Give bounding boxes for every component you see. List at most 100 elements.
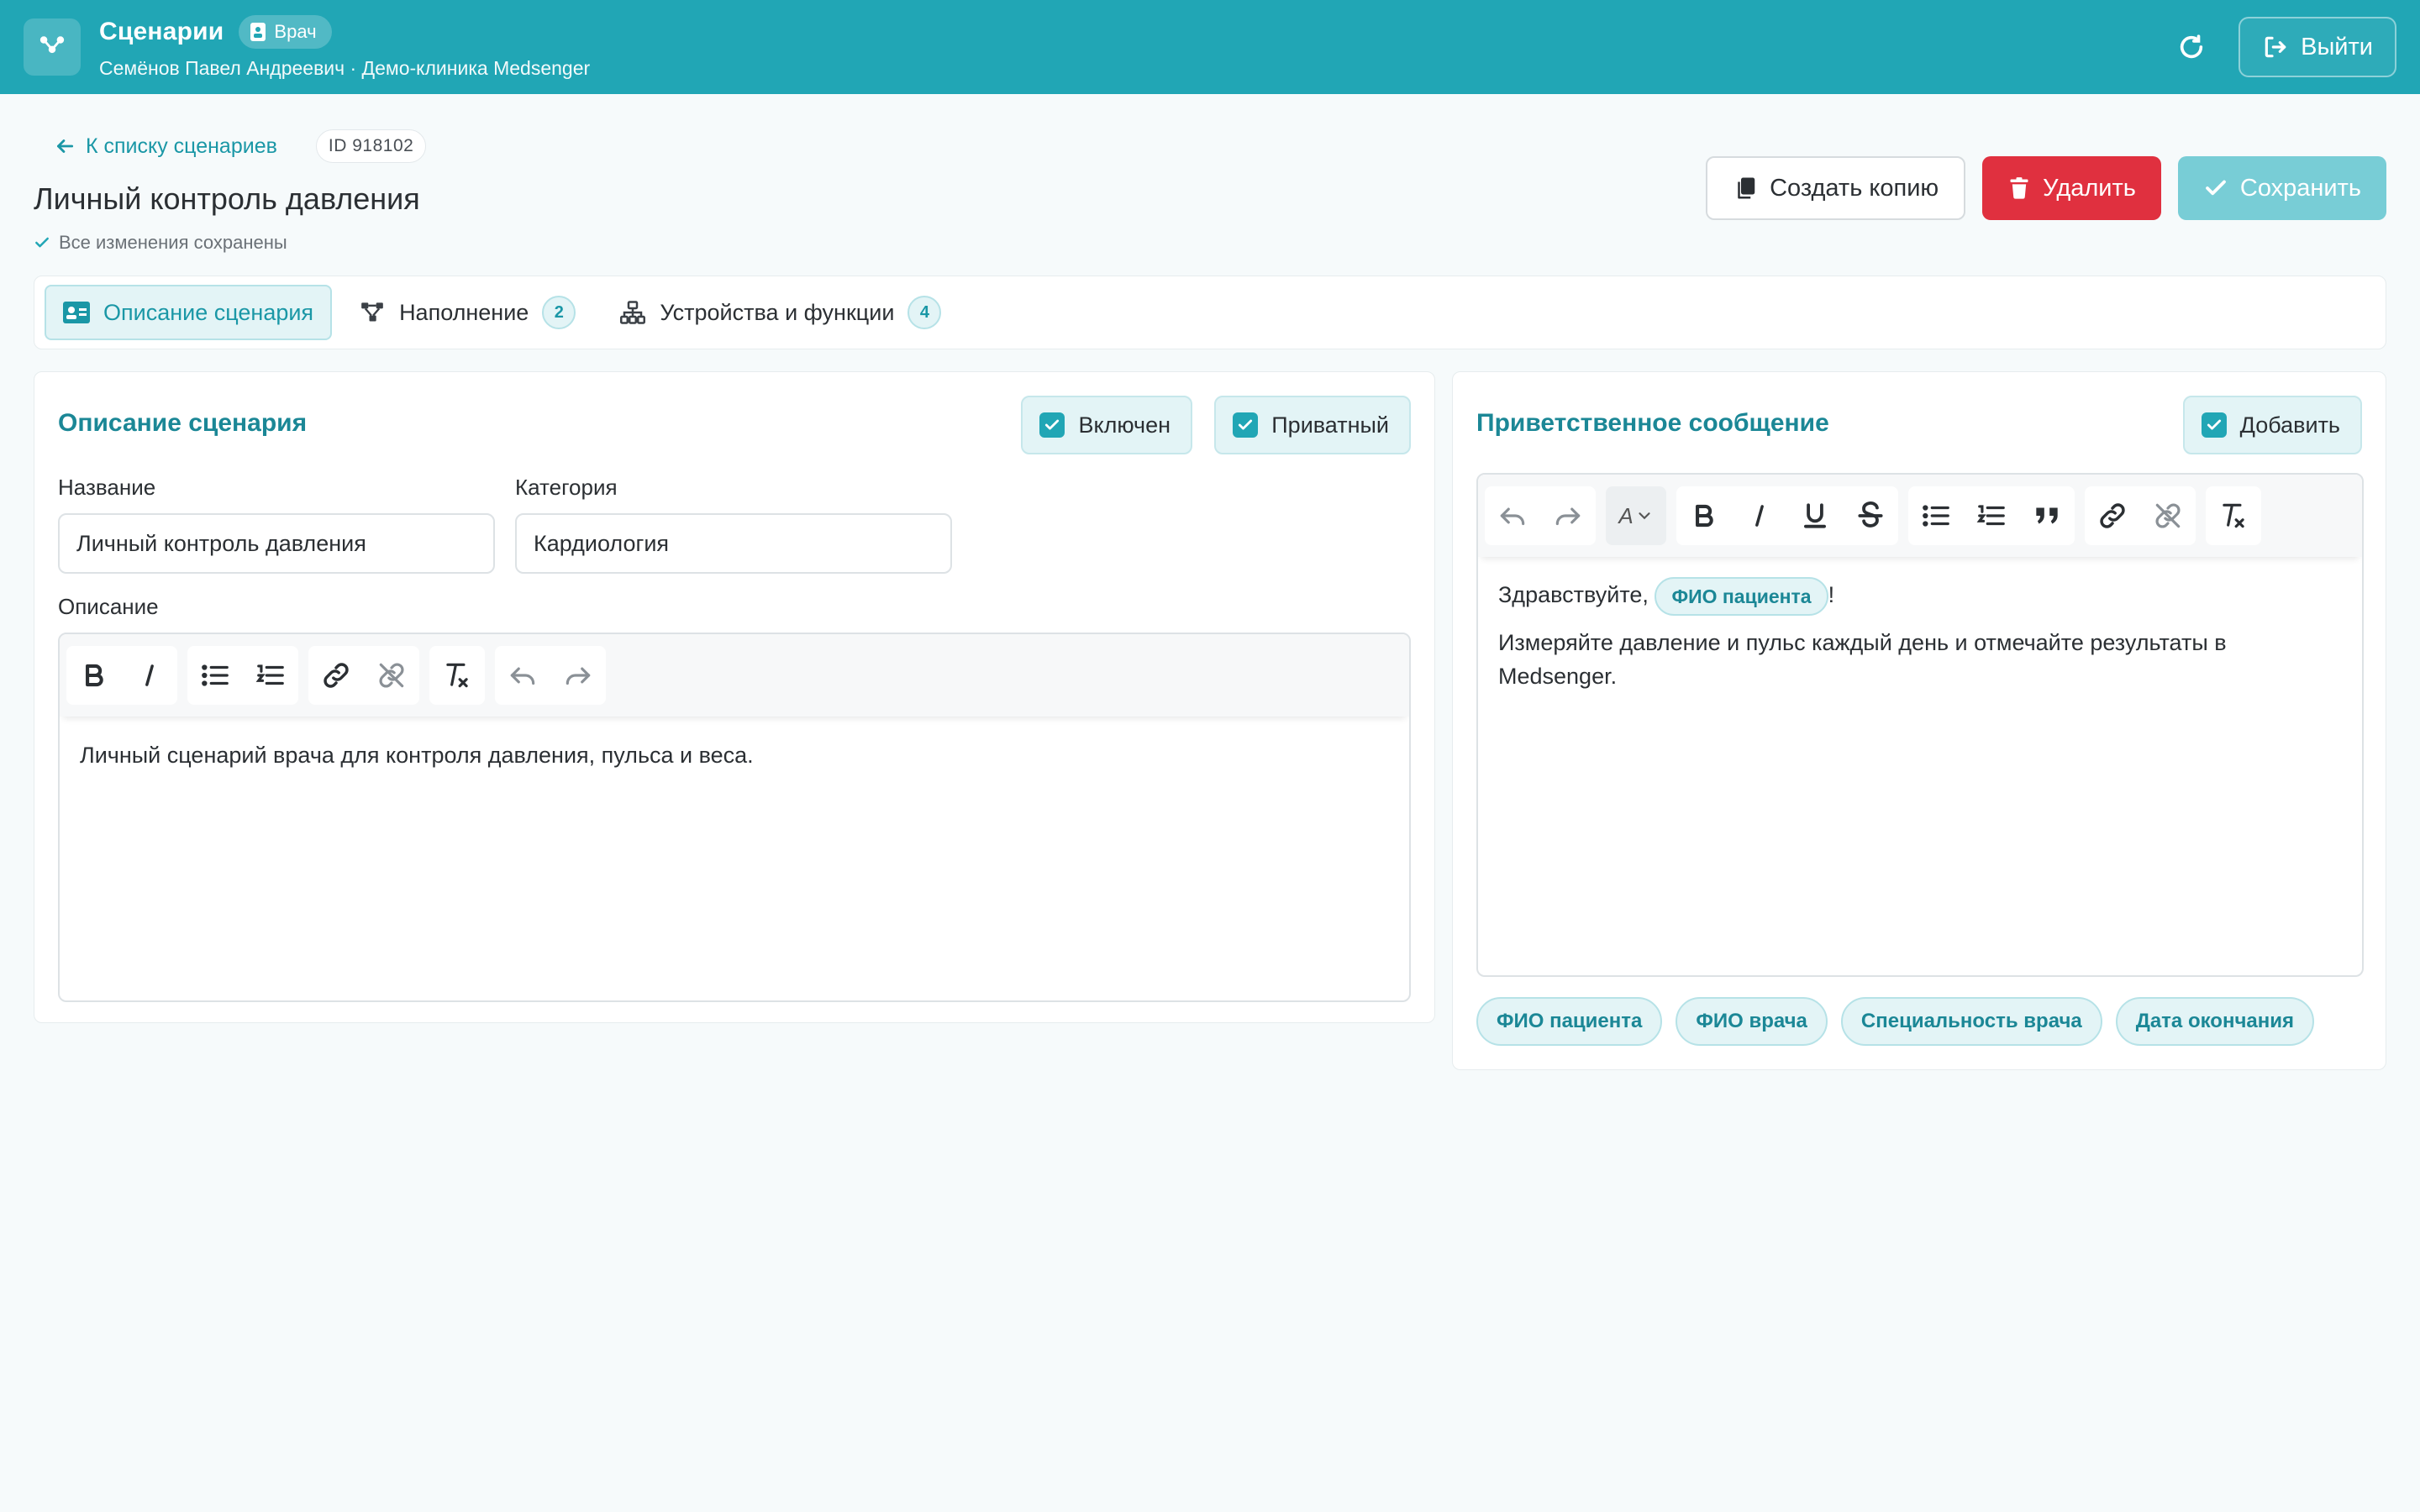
scenario-id-badge: ID 918102 (315, 129, 427, 163)
delete-label: Удалить (2043, 174, 2136, 202)
breadcrumb: К списку сценариев ID 918102 (54, 129, 427, 163)
category-label: Категория (515, 475, 618, 500)
tab-content[interactable]: Наполнение 2 (342, 285, 592, 340)
clear-format-icon[interactable] (2206, 486, 2261, 545)
logout-button[interactable]: Выйти (2238, 17, 2396, 77)
save-status: Все изменения сохранены (34, 232, 287, 254)
description-editor-toolbar (60, 634, 1409, 717)
description-text: Личный сценарий врача для контроля давле… (80, 743, 754, 768)
back-to-list-link[interactable]: К списку сценариев (54, 134, 277, 159)
variable-chip-patient-name[interactable]: ФИО пациента (1476, 997, 1663, 1046)
description-editor: Личный сценарий врача для контроля давле… (58, 633, 1411, 1002)
chevron-down-icon (1639, 512, 1650, 520)
check-icon (2206, 180, 2226, 196)
underline-icon[interactable] (1787, 486, 1843, 545)
network-icon (620, 301, 646, 324)
enabled-toggle[interactable]: Включен (1021, 396, 1192, 454)
welcome-editor: A Здравствуйте, ФИО пациента ! Измеряйте… (1476, 473, 2364, 977)
bold-icon[interactable] (66, 646, 122, 705)
scenario-tabs: Описание сценария Наполнение 2 Устройств… (34, 276, 2386, 349)
welcome-editor-toolbar: A (1478, 475, 2362, 557)
save-label: Сохранить (2239, 174, 2361, 202)
description-card: Описание сценария Включен Приватный Назв… (34, 371, 1435, 1023)
description-editor-body[interactable]: Личный сценарий врача для контроля давле… (60, 717, 1409, 794)
numbered-list-icon[interactable] (1964, 486, 2019, 545)
enabled-label: Включен (1078, 412, 1171, 438)
nodes-icon (361, 302, 383, 322)
description-card-title: Описание сценария (58, 409, 308, 437)
font-select-value: A (1618, 502, 1634, 528)
tab-devices-count: 4 (908, 296, 942, 329)
link-icon[interactable] (2085, 486, 2140, 545)
app-header: Сценарии Врач Семёнов Павел Андреевич · … (0, 0, 2420, 94)
tab-description[interactable]: Описание сценария (45, 285, 333, 340)
welcome-editor-body[interactable]: Здравствуйте, ФИО пациента! Измеряйте да… (1478, 557, 2362, 715)
page-title: Личный контроль давления (34, 181, 420, 216)
numbered-list-icon[interactable] (243, 646, 298, 705)
refresh-icon[interactable] (2171, 27, 2212, 67)
save-status-text: Все изменения сохранены (59, 232, 287, 253)
copy-icon (1738, 177, 1755, 199)
undo-icon[interactable] (495, 646, 550, 705)
bullet-list-icon[interactable] (1908, 486, 1964, 545)
role-badge: Врач (239, 14, 332, 49)
tab-content-label: Наполнение (399, 299, 529, 325)
welcome-body-text: Измеряйте давление и пульс каждый день и… (1498, 630, 2227, 689)
create-copy-label: Создать копию (1770, 174, 1939, 202)
tab-devices-label: Устройства и функции (660, 299, 895, 325)
arrow-left-icon (57, 139, 74, 153)
unlink-icon[interactable] (2140, 486, 2196, 545)
italic-icon[interactable] (122, 646, 177, 705)
redo-icon[interactable] (1540, 486, 1596, 545)
add-label: Добавить (2239, 412, 2340, 438)
check-icon (35, 237, 49, 248)
redo-icon[interactable] (550, 646, 606, 705)
delete-button[interactable]: Удалить (1982, 156, 2161, 220)
variable-chip-doctor-specialty[interactable]: Специальность врача (1840, 997, 2102, 1046)
role-badge-label: Врач (274, 20, 317, 42)
link-icon[interactable] (308, 646, 364, 705)
private-toggle[interactable]: Приватный (1214, 396, 1411, 454)
logout-icon (2265, 36, 2286, 58)
strikethrough-icon[interactable] (1843, 486, 1898, 545)
back-link-label: К списку сценариев (86, 134, 277, 158)
variable-chips: ФИО пациента ФИО врача Специальность вра… (1476, 997, 2314, 1046)
private-label: Приватный (1271, 412, 1389, 438)
tab-devices[interactable]: Устройства и функции 4 (602, 285, 958, 340)
add-welcome-toggle[interactable]: Добавить (2182, 396, 2362, 454)
category-input[interactable] (515, 513, 952, 574)
variable-chip-end-date[interactable]: Дата окончания (2115, 997, 2314, 1046)
scenario-logo-icon[interactable] (24, 18, 81, 76)
name-input[interactable] (58, 513, 495, 574)
tab-content-count: 2 (542, 296, 576, 329)
clear-format-icon[interactable] (429, 646, 485, 705)
bold-icon[interactable] (1676, 486, 1732, 545)
tab-description-label: Описание сценария (103, 299, 314, 325)
save-button[interactable]: Сохранить (2177, 156, 2386, 220)
undo-icon[interactable] (1485, 486, 1540, 545)
header-subtitle: Семёнов Павел Андреевич · Демо-клиника M… (99, 56, 591, 79)
bullet-list-icon[interactable] (187, 646, 243, 705)
trash-icon (2010, 177, 2028, 199)
italic-icon[interactable] (1732, 486, 1787, 545)
greeting-text: Здравствуйте, (1498, 582, 1649, 607)
logout-label: Выйти (2301, 33, 2373, 60)
checkbox-checked-icon (1039, 412, 1065, 438)
variable-chip-doctor-name[interactable]: ФИО врача (1676, 997, 1828, 1046)
create-copy-button[interactable]: Создать копию (1706, 156, 1966, 220)
id-card-icon (63, 302, 90, 323)
name-label: Название (58, 475, 156, 500)
font-size-select[interactable]: A (1606, 486, 1666, 545)
badge-icon (250, 22, 266, 41)
quote-icon[interactable] (2019, 486, 2075, 545)
greeting-end: ! (1828, 582, 1835, 607)
app-title: Сценарии (99, 17, 224, 45)
greeting-line: Здравствуйте, ФИО пациента! (1498, 574, 2342, 616)
welcome-card-title: Приветственное сообщение (1476, 409, 1829, 437)
patient-name-chip[interactable]: ФИО пациента (1655, 576, 1828, 616)
description-label: Описание (58, 594, 159, 619)
checkbox-checked-icon (1233, 412, 1259, 438)
unlink-icon[interactable] (364, 646, 419, 705)
welcome-message-card: Приветственное сообщение Добавить A Здра… (1452, 371, 2386, 1070)
header-text: Сценарии Врач Семёнов Павел Андреевич · … (99, 14, 591, 80)
